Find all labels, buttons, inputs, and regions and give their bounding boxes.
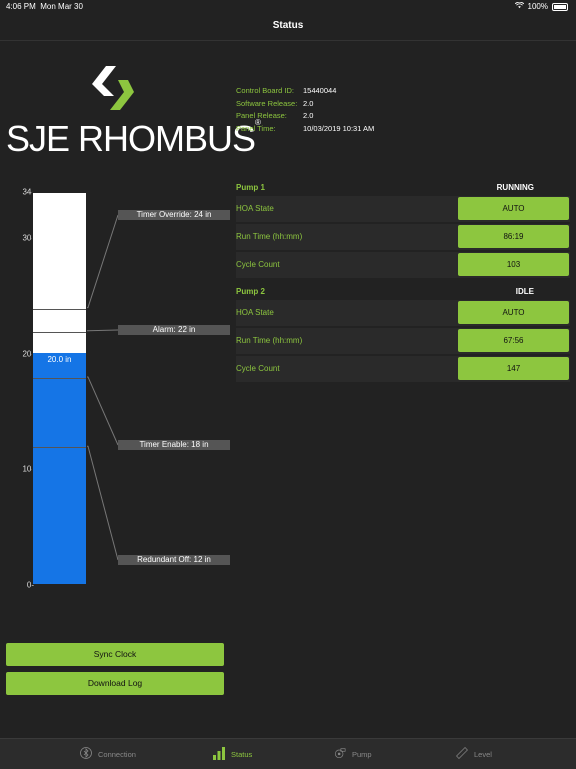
pump2-header: Pump 2 IDLE — [236, 285, 570, 298]
sje-rhombus-logo-icon — [88, 62, 136, 114]
tab-connection[interactable]: Connection — [80, 739, 136, 769]
pump1-header: Pump 1 RUNNING — [236, 181, 570, 194]
pump2-hoa-row: HOA State AUTO — [236, 300, 570, 326]
threshold-flag: Redundant Off: 12 in — [118, 555, 230, 565]
info-label: Panel Release: — [236, 111, 287, 120]
pump-row-label: Run Time (hh:mm) — [236, 232, 303, 241]
panel-info: Control Board ID: 15440044 Software Rele… — [236, 86, 374, 136]
pump1-state: RUNNING — [496, 183, 534, 192]
tab-label: Status — [231, 749, 253, 759]
pump1-name: Pump 1 — [236, 183, 265, 192]
page-title: Status — [272, 20, 304, 31]
level-fill: 20.0 in — [33, 352, 86, 584]
threshold-line — [33, 447, 86, 449]
status-time: 4:06 PM Mon Mar 30 — [6, 2, 83, 11]
info-row-board-id: Control Board ID: 15440044 — [236, 86, 374, 99]
info-value: 2.0 — [303, 111, 314, 120]
sync-clock-button[interactable]: Sync Clock — [6, 643, 224, 666]
threshold-line — [33, 331, 86, 333]
info-row-panel-release: Panel Release: 2.0 — [236, 111, 374, 124]
info-label: Panel Time: — [236, 123, 276, 133]
pump-row-label: Cycle Count — [236, 260, 280, 269]
threshold-leader-line — [87, 329, 119, 332]
level-tank: 20.0 in — [32, 192, 87, 585]
battery-percent: 100% — [527, 2, 548, 11]
status-bar: 4:06 PM Mon Mar 30 100% — [0, 0, 576, 14]
pump-icon — [334, 746, 346, 762]
threshold-line — [33, 308, 86, 310]
info-value: 15440044 — [303, 86, 337, 95]
battery-icon — [552, 2, 568, 11]
status-right: 100% — [514, 1, 568, 11]
bluetooth-icon — [80, 746, 92, 762]
info-row-panel-time: Panel Time: 10/03/2019 10:31 AM — [236, 124, 374, 137]
pump1-runtime-row: Run Time (hh:mm) 86:19 — [236, 224, 570, 250]
tab-label: Pump — [352, 749, 372, 759]
threshold-leader-line — [87, 376, 119, 446]
threshold-flag: Alarm: 22 in — [118, 325, 230, 335]
download-log-button[interactable]: Download Log — [6, 672, 224, 695]
pump2-cycle-row: Cycle Count 147 — [236, 356, 570, 382]
pump2-runtime-value[interactable]: 67:56 — [458, 329, 569, 352]
bar-chart-icon — [213, 746, 225, 762]
logo-wordmark: SJE RHOMBUS® — [6, 118, 261, 159]
info-label: Control Board ID: — [236, 86, 294, 95]
pump1-hoa-value[interactable]: AUTO — [458, 197, 569, 220]
tab-status[interactable]: Status — [213, 739, 252, 769]
threshold-line — [33, 377, 86, 379]
tab-level[interactable]: Level — [456, 739, 492, 769]
tab-label: Level — [474, 749, 492, 759]
pump-row-label: HOA State — [236, 308, 274, 317]
info-label: Software Release: — [236, 98, 298, 108]
info-value: 10/03/2019 10:31 AM — [303, 123, 375, 133]
pump1-hoa-row: HOA State AUTO — [236, 196, 570, 222]
level-value-label: 20.0 in — [47, 354, 72, 364]
pump2-state: IDLE — [515, 287, 534, 296]
tab-bar: Connection Status Pump Level — [0, 738, 576, 769]
threshold-flag: Timer Override: 24 in — [118, 210, 230, 220]
pump-row-label: Cycle Count — [236, 364, 280, 373]
gauge-axis: 34- 30- 20- 10- 0- — [8, 188, 34, 590]
pump1-cycle-row: Cycle Count 103 — [236, 252, 570, 278]
threshold-leader-line — [87, 445, 119, 561]
pump2-runtime-row: Run Time (hh:mm) 67:56 — [236, 328, 570, 354]
pump-row-label: HOA State — [236, 204, 274, 213]
nav-bar: Status — [0, 14, 576, 41]
pump-row-label: Run Time (hh:mm) — [236, 336, 303, 345]
pump2-hoa-value[interactable]: AUTO — [458, 301, 569, 324]
tab-pump[interactable]: Pump — [334, 739, 372, 769]
pump1-cycle-value[interactable]: 103 — [458, 253, 569, 276]
pump2-cycle-value[interactable]: 147 — [458, 357, 569, 380]
threshold-leader-line — [87, 214, 119, 309]
pump2-name: Pump 2 — [236, 287, 265, 296]
tab-label: Connection — [98, 749, 136, 759]
wifi-icon — [514, 1, 524, 11]
info-value: 2.0 — [303, 98, 314, 108]
ruler-icon — [456, 746, 468, 762]
pump1-runtime-value[interactable]: 86:19 — [458, 225, 569, 248]
info-row-software-release: Software Release: 2.0 — [236, 99, 374, 112]
threshold-flag: Timer Enable: 18 in — [118, 440, 230, 450]
